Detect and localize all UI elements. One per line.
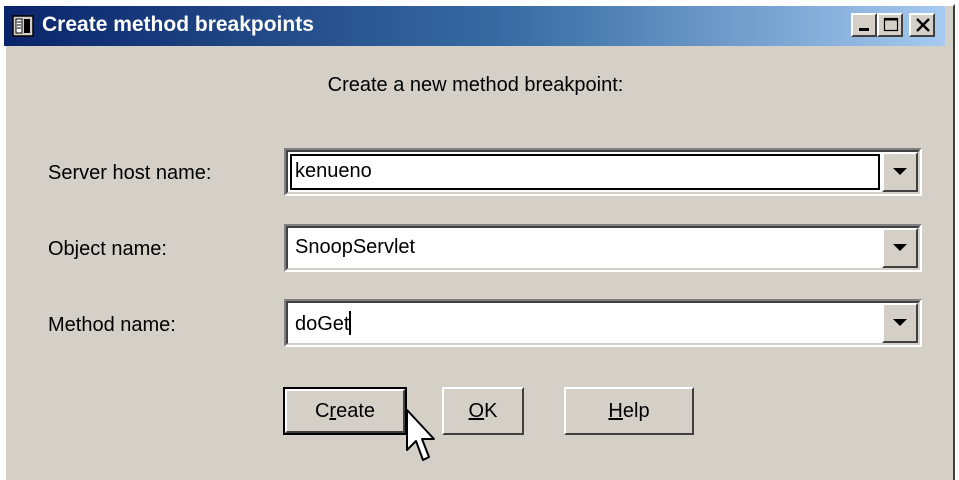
close-icon <box>916 18 930 32</box>
maximize-button[interactable] <box>877 13 903 37</box>
title-bar[interactable]: Create method breakpoints <box>4 6 945 46</box>
help-label-post: elp <box>622 400 650 422</box>
server-host-name-dropdown-button[interactable] <box>882 152 918 192</box>
method-name-dropdown-button[interactable] <box>882 303 918 343</box>
dialog-heading: Create a new method breakpoint: <box>327 74 624 96</box>
method-name-value: doGet <box>295 313 350 335</box>
minimize-icon <box>859 28 869 31</box>
help-label-mnemonic: H <box>608 400 623 422</box>
object-name-label: Object name: <box>48 238 167 260</box>
combo-frame: kenueno <box>286 150 920 194</box>
server-host-name-input[interactable]: kenueno <box>295 160 372 183</box>
chevron-down-icon <box>893 244 907 251</box>
dialog-app-icon <box>12 15 34 37</box>
mouse-pointer-icon <box>406 409 435 461</box>
ok-button[interactable]: OK <box>442 387 524 435</box>
combo-frame: doGet <box>286 301 920 345</box>
close-button[interactable] <box>909 13 935 37</box>
create-button[interactable]: Create <box>283 387 407 435</box>
ok-label-mnemonic: O <box>468 400 485 422</box>
server-host-name-combo[interactable]: kenueno <box>284 148 922 196</box>
ok-label-post: K <box>484 400 498 422</box>
method-name-label: Method name: <box>48 314 176 336</box>
chevron-down-icon <box>893 319 907 326</box>
create-label-pre: C <box>314 400 330 422</box>
chevron-down-icon <box>893 168 907 175</box>
text-caret <box>349 311 352 335</box>
object-name-combo[interactable]: SnoopServlet <box>284 224 922 272</box>
create-label-post: eate <box>336 400 376 422</box>
focus-outline <box>290 154 880 190</box>
object-name-input[interactable]: SnoopServlet <box>295 236 415 259</box>
maximize-icon <box>883 17 899 32</box>
method-name-combo[interactable]: doGet <box>284 299 922 347</box>
combo-frame: SnoopServlet <box>286 226 920 270</box>
help-button[interactable]: Help <box>564 387 694 435</box>
minimize-button[interactable] <box>851 13 877 37</box>
object-name-dropdown-button[interactable] <box>882 228 918 268</box>
method-name-input[interactable]: doGet <box>295 311 352 336</box>
server-host-name-label: Server host name: <box>48 162 212 184</box>
window-title: Create method breakpoints <box>42 13 314 36</box>
create-button-label: Create <box>285 389 405 433</box>
